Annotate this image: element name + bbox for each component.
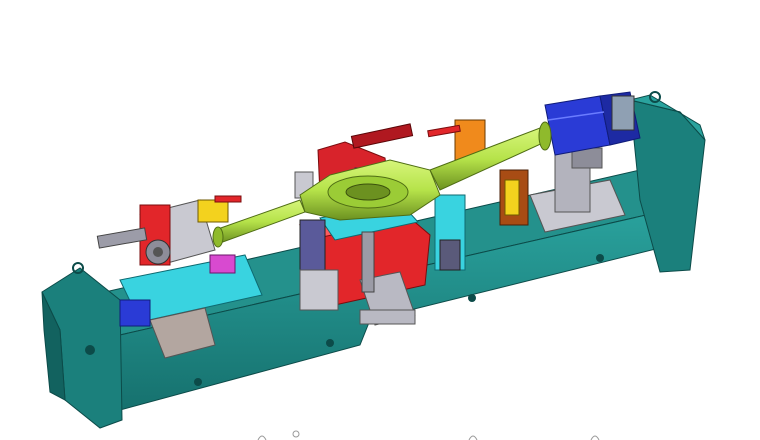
drive-motor	[544, 91, 641, 156]
mounting-hole	[326, 339, 334, 347]
mounting-hole	[194, 378, 202, 386]
axis-indicator-marks	[257, 430, 600, 440]
cad-render-canvas	[0, 0, 760, 440]
mounting-hole	[596, 254, 604, 262]
right-support-assembly	[499, 91, 641, 233]
mounting-hole	[468, 294, 476, 302]
mounting-hole	[85, 345, 95, 355]
pulley-hub	[153, 247, 163, 257]
fixture-illustration	[41, 91, 706, 440]
